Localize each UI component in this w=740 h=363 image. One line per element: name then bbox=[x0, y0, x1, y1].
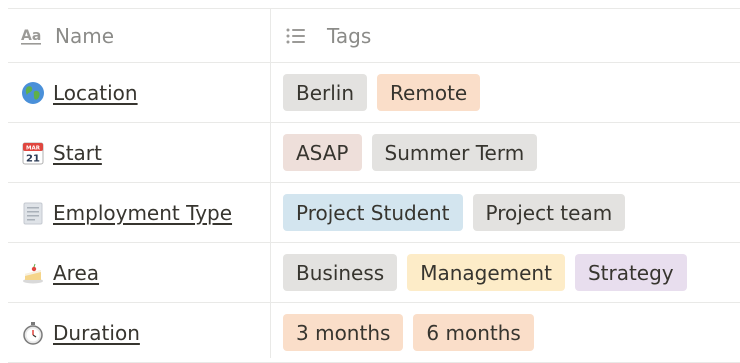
text-property-icon: Aa bbox=[19, 23, 45, 49]
tag[interactable]: Berlin bbox=[283, 74, 368, 111]
tag[interactable]: Project team bbox=[472, 194, 626, 231]
table-row: Duration 3 months 6 months bbox=[8, 303, 740, 363]
tag[interactable]: Strategy bbox=[574, 254, 687, 291]
row-link-start[interactable]: MAR 21 Start bbox=[19, 139, 102, 167]
tags-cell: Project Student Project team bbox=[270, 183, 740, 242]
tag[interactable]: Business bbox=[283, 254, 398, 291]
column-header-tags[interactable]: Tags bbox=[270, 9, 740, 62]
properties-table: Aa Name Tags Location Berlin Remote MAR … bbox=[8, 8, 740, 363]
row-link-employment-type[interactable]: Employment Type bbox=[19, 199, 232, 227]
tags-cell: ASAP Summer Term bbox=[270, 123, 740, 182]
table-header: Aa Name Tags bbox=[8, 9, 740, 63]
tags-cell: Business Management Strategy bbox=[270, 243, 740, 302]
svg-text:MAR: MAR bbox=[26, 145, 41, 151]
name-cell: Duration bbox=[8, 303, 270, 362]
column-header-name[interactable]: Aa Name bbox=[8, 9, 270, 62]
row-link-location[interactable]: Location bbox=[19, 79, 138, 107]
table-row: Location Berlin Remote bbox=[8, 63, 740, 123]
globe-icon bbox=[19, 79, 47, 107]
name-cell: Area bbox=[8, 243, 270, 302]
tag[interactable]: 3 months bbox=[283, 314, 404, 351]
name-cell: Employment Type bbox=[8, 183, 270, 242]
tag[interactable]: ASAP bbox=[283, 134, 362, 171]
tag[interactable]: 6 months bbox=[413, 314, 534, 351]
column-header-tags-label: Tags bbox=[327, 23, 372, 48]
row-name: Start bbox=[53, 140, 102, 165]
row-link-duration[interactable]: Duration bbox=[19, 319, 140, 347]
cake-icon bbox=[19, 259, 47, 287]
tags-cell: 3 months 6 months bbox=[270, 303, 740, 362]
page-icon bbox=[19, 199, 47, 227]
tags-cell: Berlin Remote bbox=[270, 63, 740, 122]
name-cell: Location bbox=[8, 63, 270, 122]
row-name: Employment Type bbox=[53, 200, 233, 225]
row-name: Area bbox=[53, 260, 100, 285]
multi-select-icon bbox=[283, 23, 309, 49]
row-name: Duration bbox=[53, 320, 140, 345]
row-link-area[interactable]: Area bbox=[19, 259, 99, 287]
table-row: Area Business Management Strategy bbox=[8, 243, 740, 303]
svg-text:Aa: Aa bbox=[21, 28, 41, 44]
svg-text:21: 21 bbox=[26, 153, 40, 164]
tag[interactable]: Project Student bbox=[283, 194, 463, 231]
row-name: Location bbox=[53, 80, 138, 105]
name-cell: MAR 21 Start bbox=[8, 123, 270, 182]
stopwatch-icon bbox=[19, 319, 47, 347]
table-row: MAR 21 Start ASAP Summer Term bbox=[8, 123, 740, 183]
tag[interactable]: Management bbox=[407, 254, 565, 291]
tag[interactable]: Remote bbox=[377, 74, 481, 111]
table-row: Employment Type Project Student Project … bbox=[8, 183, 740, 243]
tag[interactable]: Summer Term bbox=[371, 134, 538, 171]
calendar-icon: MAR 21 bbox=[19, 139, 47, 167]
column-header-name-label: Name bbox=[55, 23, 115, 48]
